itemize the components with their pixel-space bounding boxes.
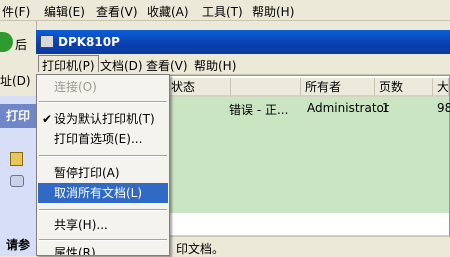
title-bar[interactable]: DPK810P bbox=[36, 30, 450, 54]
checkmark-icon: ✔ bbox=[42, 112, 53, 126]
printer-menubar: 打印机(P) 文档(D) 查看(V) 帮助(H) bbox=[36, 54, 450, 75]
job-owner: Administrator bbox=[307, 101, 389, 115]
menu-help[interactable]: 帮助(H) bbox=[194, 57, 236, 74]
menu-item-cancel-all-documents[interactable]: 取消所有文档(L) bbox=[38, 183, 168, 203]
window-title: DPK810P bbox=[58, 35, 120, 49]
job-size: 98 bbox=[437, 101, 450, 115]
column-header-blank[interactable] bbox=[231, 78, 301, 97]
address-label: 址(D) bbox=[0, 74, 31, 88]
menu-separator bbox=[39, 101, 167, 103]
menu-item-set-default-label: 设为默认打印机(T) bbox=[54, 112, 155, 126]
job-pages: 1 bbox=[382, 101, 390, 115]
menu-separator bbox=[39, 239, 167, 241]
column-header-owner[interactable]: 所有者 bbox=[301, 78, 375, 97]
menu-item-sharing[interactable]: 共享(H)... bbox=[38, 215, 168, 235]
menu-item-preferences[interactable]: 打印首选项(E)... bbox=[38, 129, 168, 149]
back-button-label[interactable]: 后 bbox=[15, 36, 27, 53]
printer-dropdown-menu: 连接(O) ✔ 设为默认打印机(T) 打印首选项(E)... 暂停打印(A) 取消… bbox=[36, 74, 170, 256]
bg-menu-view[interactable]: 查看(V) bbox=[96, 3, 138, 20]
menu-item-properties[interactable]: 属性(R) bbox=[38, 243, 168, 255]
bg-menu-help[interactable]: 帮助(H) bbox=[252, 3, 294, 20]
menu-view[interactable]: 查看(V) bbox=[146, 57, 188, 74]
background-menubar: 件(F) 编辑(E) 查看(V) 收藏(A) 工具(T) 帮助(H) bbox=[0, 0, 450, 21]
bg-menu-tools[interactable]: 工具(T) bbox=[202, 3, 243, 20]
printer-icon[interactable] bbox=[10, 175, 24, 187]
task-panel-title[interactable]: 打印 bbox=[0, 104, 36, 128]
menu-item-connect[interactable]: 连接(O) bbox=[38, 77, 168, 97]
menu-separator bbox=[39, 155, 167, 157]
job-status: 错误 - 正... bbox=[229, 103, 289, 117]
menu-printer[interactable]: 打印机(P) bbox=[38, 55, 99, 73]
see-also-label: 请参 bbox=[6, 238, 31, 252]
status-bar-text: 印文档。 bbox=[176, 242, 225, 256]
menu-item-set-default[interactable]: ✔ 设为默认打印机(T) bbox=[38, 109, 168, 129]
menu-separator bbox=[39, 209, 167, 211]
menu-item-pause-printing[interactable]: 暂停打印(A) bbox=[38, 163, 168, 183]
bg-menu-edit[interactable]: 编辑(E) bbox=[44, 3, 85, 20]
bg-menu-file[interactable]: 件(F) bbox=[2, 3, 30, 20]
column-header-size[interactable]: 大 bbox=[433, 78, 449, 97]
printer-icon bbox=[40, 35, 54, 48]
menu-document[interactable]: 文档(D) bbox=[100, 57, 143, 74]
column-header-pages[interactable]: 页数 bbox=[375, 78, 433, 97]
folder-icon[interactable] bbox=[10, 152, 23, 166]
bg-menu-favorites[interactable]: 收藏(A) bbox=[147, 3, 189, 20]
column-header-status[interactable]: 状态 bbox=[167, 78, 231, 97]
